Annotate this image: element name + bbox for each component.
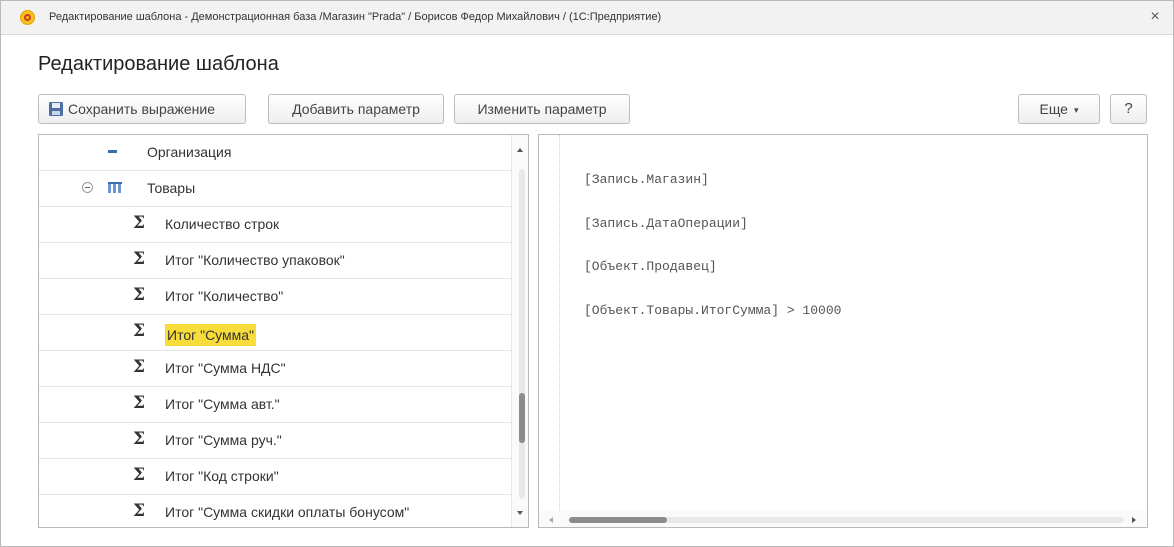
tree-row-label: Итог "Количество" <box>165 288 284 304</box>
tree-row-total-sum-auto[interactable]: Σ Итог "Сумма авт." <box>39 387 511 423</box>
tree-vertical-scrollbar[interactable] <box>511 135 528 527</box>
save-expression-label: Сохранить выражение <box>68 101 216 117</box>
help-button[interactable]: ? <box>1110 94 1147 124</box>
sigma-icon: Σ <box>133 213 146 233</box>
code-line: [Запись.Магазин] <box>584 172 709 187</box>
add-parameter-button[interactable]: Добавить параметр <box>268 94 444 124</box>
collapse-icon[interactable] <box>82 182 93 193</box>
code-line: [Объект.Товары.ИтогСумма] > 10000 <box>584 302 842 318</box>
sigma-icon: Σ <box>133 465 146 485</box>
tree-row-total-sum[interactable]: Σ Итог "Сумма" <box>39 315 511 351</box>
template-editor-window: Редактирование шаблона - Демонстрационна… <box>0 0 1174 547</box>
sigma-icon: Σ <box>133 357 146 377</box>
editor-gutter <box>539 135 560 527</box>
tree-row-label-selected: Итог "Сумма" <box>165 324 257 346</box>
tree-row-total-vat[interactable]: Σ Итог "Сумма НДС" <box>39 351 511 387</box>
tree-row-label: Итог "Код строки" <box>165 468 279 484</box>
tree-row-label: Организация <box>147 144 232 160</box>
code-line: [Объект.Продавец] <box>584 259 717 274</box>
code-line: [Запись.ДатаОперации] <box>584 215 748 231</box>
scrollbar-track[interactable] <box>519 169 525 499</box>
tree-row-row-count[interactable]: Σ Количество строк <box>39 207 511 243</box>
parameters-tree[interactable]: Организация Товары Σ Количество строк Σ … <box>38 134 529 528</box>
save-expression-button[interactable]: Сохранить выражение <box>38 94 246 124</box>
more-label: Еще <box>1039 101 1068 117</box>
tree-row-goods[interactable]: Товары <box>39 171 511 207</box>
tree-row-total-line-code[interactable]: Σ Итог "Код строки" <box>39 459 511 495</box>
editor-horizontal-scrollbar[interactable] <box>539 511 1147 527</box>
tree-row-label: Итог "Сумма НДС" <box>165 360 286 376</box>
attribute-dash-icon <box>108 150 117 153</box>
scroll-down-arrow-icon[interactable] <box>517 511 523 515</box>
save-icon <box>49 102 63 116</box>
tree-row-total-sum-manual[interactable]: Σ Итог "Сумма руч." <box>39 423 511 459</box>
tree-row-label: Итог "Количество упаковок" <box>165 252 345 268</box>
tree-row-total-quantity[interactable]: Σ Итог "Количество" <box>39 279 511 315</box>
chevron-down-icon: ▾ <box>1073 105 1079 115</box>
scrollbar-thumb[interactable] <box>519 393 525 443</box>
table-icon <box>108 182 122 193</box>
scrollbar-thumb[interactable] <box>569 517 667 523</box>
scroll-left-arrow-icon[interactable] <box>549 517 553 523</box>
tree-row-total-bonus-discount[interactable]: Σ Итог "Сумма скидки оплаты бонусом" <box>39 495 511 527</box>
more-button[interactable]: Еще ▾ <box>1018 94 1100 124</box>
sigma-icon: Σ <box>133 285 146 305</box>
sigma-icon: Σ <box>133 321 146 341</box>
tree-row-label: Количество строк <box>165 216 280 232</box>
scroll-right-arrow-icon[interactable] <box>1132 517 1136 523</box>
sigma-icon: Σ <box>133 429 146 449</box>
1c-logo-icon <box>20 10 35 25</box>
window-title: Редактирование шаблона - Демонстрационна… <box>49 11 662 23</box>
tree-row-total-packages[interactable]: Σ Итог "Количество упаковок" <box>39 243 511 279</box>
sigma-icon: Σ <box>133 501 146 521</box>
tree-row-label: Товары <box>147 180 196 196</box>
tree-row-label: Итог "Сумма руч." <box>165 432 282 448</box>
form-title: Редактирование шаблона <box>38 53 279 75</box>
sigma-icon: Σ <box>133 393 146 413</box>
tree-row-label: Итог "Сумма авт." <box>165 396 280 412</box>
expression-editor[interactable]: [Запись.Магазин] [Запись.ДатаОперации] [… <box>538 134 1148 528</box>
change-parameter-button[interactable]: Изменить параметр <box>454 94 630 124</box>
tree-row-label: Итог "Сумма скидки оплаты бонусом" <box>165 504 410 520</box>
expression-text[interactable]: [Запись.Магазин] [Запись.ДатаОперации] [… <box>584 144 841 347</box>
tree-row-organization[interactable]: Организация <box>39 135 511 171</box>
sigma-icon: Σ <box>133 249 146 269</box>
scroll-up-arrow-icon[interactable] <box>517 148 523 152</box>
title-bar: Редактирование шаблона - Демонстрационна… <box>1 1 1173 35</box>
close-button[interactable]: × <box>1147 8 1163 26</box>
